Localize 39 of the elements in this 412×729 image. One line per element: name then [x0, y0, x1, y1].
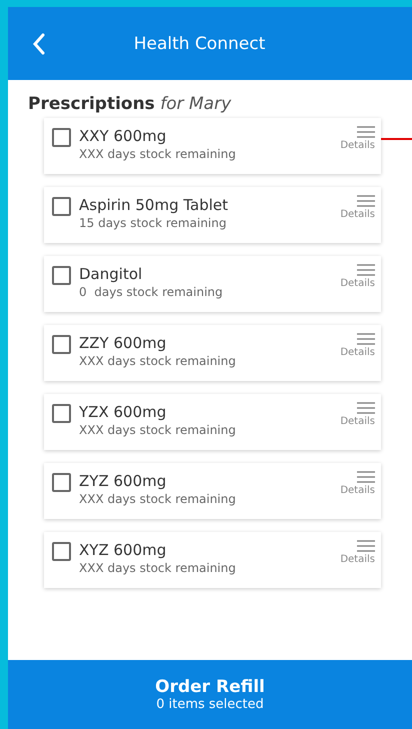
back-icon — [32, 32, 46, 54]
menu-icon — [357, 333, 375, 345]
medication-name: XXY 600mg — [79, 126, 168, 146]
details-button[interactable]: Details — [340, 264, 375, 289]
menu-icon — [357, 126, 375, 138]
checkbox[interactable] — [52, 335, 71, 354]
checkbox[interactable] — [52, 404, 71, 423]
medication-name: ZYZ 600mg — [79, 471, 168, 491]
details-button[interactable]: Details — [340, 126, 375, 151]
checkbox[interactable] — [52, 197, 71, 216]
medication-name: ZZY 600mg — [79, 333, 168, 353]
details-button[interactable]: Details — [340, 333, 375, 358]
details-button[interactable]: Details — [340, 471, 375, 496]
stock-remaining: XXX days stock remaining — [79, 422, 237, 439]
stock-remaining: XXX days stock remaining — [79, 491, 237, 508]
checkbox[interactable] — [52, 473, 71, 492]
stock-remaining: XXX days stock remaining — [79, 353, 237, 370]
medication-name: YZX 600mg — [79, 402, 168, 422]
checkbox[interactable] — [52, 542, 71, 561]
stock-remaining: 15 days stock remaining — [79, 215, 228, 232]
app-title: Health Connect — [134, 34, 266, 54]
menu-icon — [357, 402, 375, 414]
medication-name: Aspirin 50mg Tablet — [79, 195, 230, 215]
stock-remaining: XXX days stock remaining — [79, 146, 237, 163]
stock-remaining: XXX days stock remaining — [79, 560, 237, 577]
details-button[interactable]: Details — [340, 402, 375, 427]
menu-icon — [357, 195, 375, 207]
details-button[interactable]: Details — [340, 195, 375, 220]
menu-icon — [357, 264, 375, 276]
menu-icon — [357, 540, 375, 552]
medication-name: XYZ 600mg — [79, 540, 168, 560]
details-button[interactable]: Details — [340, 540, 375, 565]
medication-name: Dangitol — [79, 264, 144, 284]
section-title: Prescriptions for Mary — [28, 94, 232, 114]
order-refill-button[interactable]: Order Refill 0 items selected — [8, 660, 412, 729]
checkbox[interactable] — [52, 266, 71, 285]
menu-icon — [357, 471, 375, 483]
stock-remaining: 0 days stock remaining — [79, 284, 224, 301]
checkbox[interactable] — [52, 128, 71, 147]
